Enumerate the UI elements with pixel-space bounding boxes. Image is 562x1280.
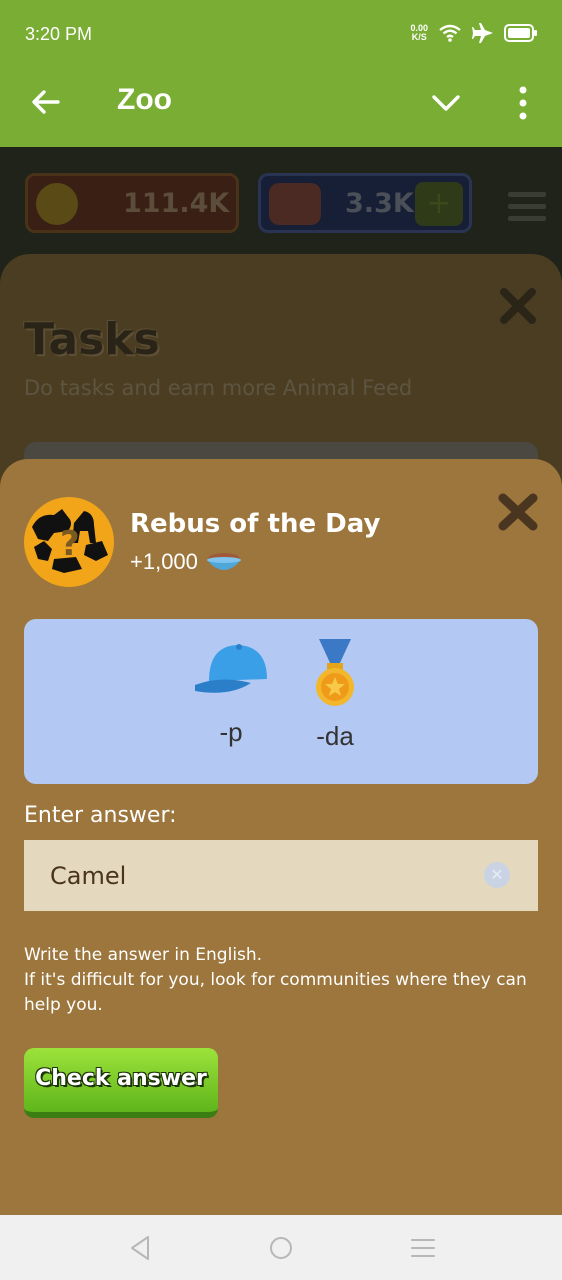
tasks-subtitle: Do tasks and earn more Animal Feed	[24, 376, 413, 400]
app-title: Zoo	[117, 83, 172, 116]
add-feed-button[interactable]: +	[415, 182, 463, 226]
feed-value: 3.3K	[345, 188, 414, 219]
net-speed-unit: K/S	[411, 32, 427, 42]
nav-recents-icon[interactable]	[408, 1233, 438, 1263]
status-bar: 3:20 PM 0.00 K/S	[0, 0, 562, 70]
animals-silhouette-icon: ?	[24, 497, 114, 587]
coin-counter: 111.4K	[25, 173, 239, 233]
status-icons: 0.00 K/S	[410, 22, 538, 44]
battery-icon	[504, 24, 537, 42]
puzzle-label: -p	[219, 717, 243, 747]
top-bar: 3:20 PM 0.00 K/S Zoo	[0, 0, 562, 147]
nav-back-icon[interactable]	[126, 1233, 156, 1263]
feed-bowl-icon	[269, 183, 321, 225]
answer-label: Enter answer:	[24, 803, 177, 828]
reward: +1,000	[130, 549, 244, 575]
close-icon[interactable]	[496, 491, 540, 533]
back-arrow-icon[interactable]	[30, 86, 62, 118]
net-speed: 0.00 K/S	[410, 24, 428, 42]
clear-icon[interactable]: ✕	[484, 862, 510, 888]
tasks-title: Tasks	[24, 314, 160, 365]
hint-line: Write the answer in English.	[24, 945, 263, 965]
coin-value: 111.4K	[123, 188, 230, 219]
more-vert-icon[interactable]	[510, 86, 536, 120]
nav-home-icon[interactable]	[266, 1233, 296, 1263]
puzzle-item: -p	[186, 639, 276, 748]
reward-amount: +1,000	[130, 549, 198, 574]
answer-value[interactable]: Camel	[50, 862, 126, 890]
rebus-title: Rebus of the Day	[130, 509, 381, 539]
medal-icon	[316, 639, 354, 706]
svg-text:?: ?	[60, 524, 80, 564]
close-icon[interactable]	[498, 286, 538, 326]
coin-icon	[36, 183, 78, 225]
chevron-down-icon[interactable]	[430, 88, 462, 118]
answer-field[interactable]: Camel ✕	[24, 840, 538, 911]
rebus-sheet: ? Rebus of the Day +1,000 -p -da Enter a…	[0, 459, 562, 1215]
hint-text: Write the answer in English. If it's dif…	[24, 943, 534, 1018]
puzzle-label: -da	[316, 721, 354, 751]
cap-icon	[195, 644, 267, 693]
rebus-puzzle: -p -da	[24, 619, 538, 784]
puzzle-item: -da	[290, 639, 380, 752]
feed-bowl-icon	[206, 553, 241, 570]
status-time: 3:20 PM	[25, 24, 93, 44]
menu-icon[interactable]	[508, 192, 546, 228]
wifi-icon	[439, 24, 461, 42]
hint-line: If it's difficult for you, look for comm…	[24, 970, 527, 1015]
airplane-icon	[472, 23, 493, 43]
feed-counter: 3.3K +	[258, 173, 472, 233]
system-nav-bar	[0, 1215, 562, 1280]
check-answer-button[interactable]: Check answer	[24, 1048, 218, 1118]
